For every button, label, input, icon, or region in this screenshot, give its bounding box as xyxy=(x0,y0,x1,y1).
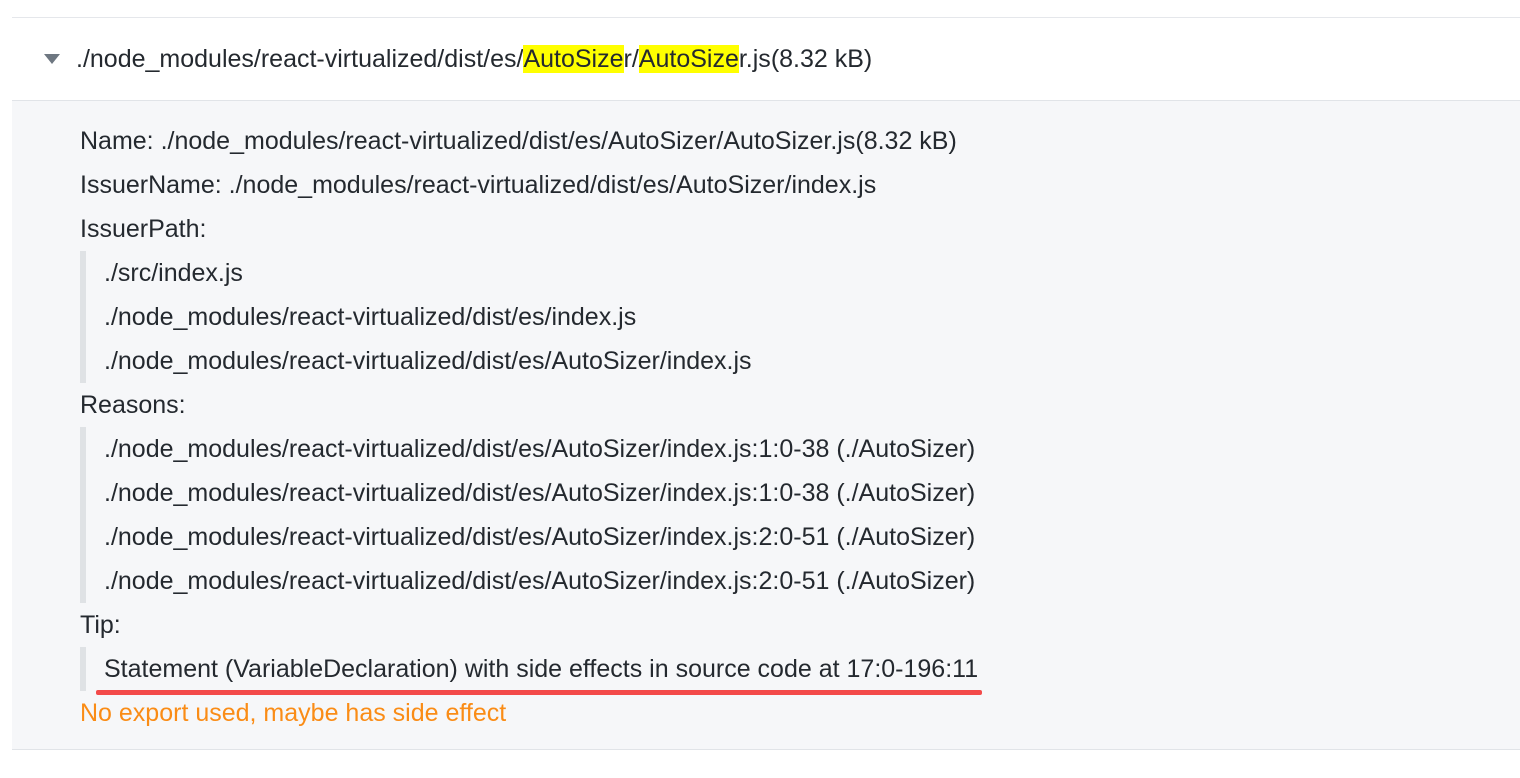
reasons-label: Reasons: xyxy=(80,391,186,419)
issuer-name-line: IssuerName: ./node_modules/react-virtual… xyxy=(80,171,877,199)
warning-text: No export used, maybe has side effect xyxy=(80,699,507,727)
search-highlight: AutoSize xyxy=(638,44,739,73)
search-highlight: AutoSize xyxy=(523,44,624,73)
tip-text-wrap: Statement (VariableDeclaration) with sid… xyxy=(96,647,983,695)
list-item: ./node_modules/react-virtualized/dist/es… xyxy=(104,303,637,331)
caret-down-icon[interactable] xyxy=(44,54,60,64)
list-item: ./node_modules/react-virtualized/dist/es… xyxy=(104,523,976,551)
issuer-path-list: ./src/index.js ./node_modules/react-virt… xyxy=(80,251,1500,383)
list-item: ./node_modules/react-virtualized/dist/es… xyxy=(104,567,976,595)
red-underline xyxy=(96,690,983,695)
title-mid: r/ xyxy=(623,44,639,73)
title-prefix: ./node_modules/react-virtualized/dist/es… xyxy=(76,44,524,73)
name-line: Name: ./node_modules/react-virtualized/d… xyxy=(80,127,957,155)
tip-text: Statement (VariableDeclaration) with sid… xyxy=(104,655,979,683)
title-suffix: r.js xyxy=(738,44,771,73)
module-title: ./node_modules/react-virtualized/dist/es… xyxy=(76,44,873,74)
tip-row-wrap: Statement (VariableDeclaration) with sid… xyxy=(96,647,1500,695)
module-size: (8.32 kB) xyxy=(770,44,873,73)
tip-block: Statement (VariableDeclaration) with sid… xyxy=(80,647,1500,695)
reasons-list: ./node_modules/react-virtualized/dist/es… xyxy=(80,427,1500,603)
list-item: ./node_modules/react-virtualized/dist/es… xyxy=(104,479,976,507)
module-details-panel: Name: ./node_modules/react-virtualized/d… xyxy=(12,101,1520,750)
tip-label: Tip: xyxy=(80,611,121,639)
details-content: Name: ./node_modules/react-virtualized/d… xyxy=(80,119,1500,735)
list-item: ./src/index.js xyxy=(104,259,243,287)
list-item: ./node_modules/react-virtualized/dist/es… xyxy=(104,347,752,375)
module-header[interactable]: ./node_modules/react-virtualized/dist/es… xyxy=(12,18,1520,101)
list-item: ./node_modules/react-virtualized/dist/es… xyxy=(104,435,976,463)
issuer-path-label: IssuerPath: xyxy=(80,215,207,243)
